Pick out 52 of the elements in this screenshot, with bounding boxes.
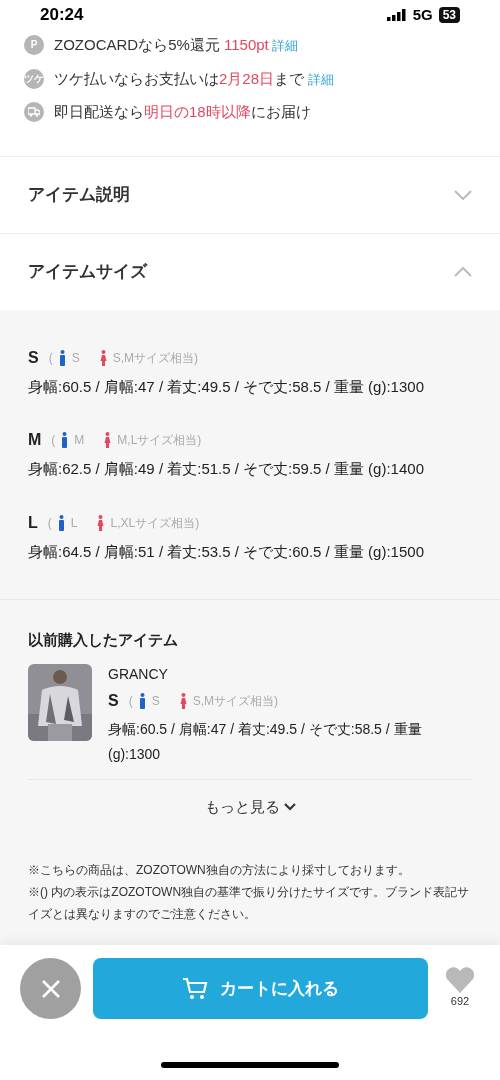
section-title: アイテムサイズ — [28, 260, 147, 283]
perk-text: ZOZOCARDなら5%還元 1150pt 詳細 — [54, 35, 299, 55]
men-size: M — [74, 432, 85, 449]
men-size: L — [70, 514, 78, 532]
truck-icon — [24, 102, 44, 123]
male-figure-icon — [138, 693, 146, 709]
male-figure-icon — [58, 349, 66, 366]
perk-badge: ツケ — [24, 68, 44, 89]
measurements: 身幅:62.5 / 肩幅:49 / 着丈:51.5 / そで丈:59.5 / 重量 (g):1400 — [28, 459, 425, 479]
network-label: 5G — [412, 4, 433, 25]
female-figure-icon — [99, 349, 107, 366]
female-figure-icon — [179, 693, 187, 709]
women-size: S,Mサイズ相当) — [112, 349, 199, 367]
women-size: S,Mサイズ相当) — [192, 693, 279, 710]
signal-icon — [386, 9, 407, 21]
women-size: L,XLサイズ相当) — [110, 514, 200, 532]
measurements: 身幅:60.5 / 肩幅:47 / 着丈:49.5 / そで丈:58.5 / 重量 (g):1300 — [28, 376, 425, 397]
size-label: M — [28, 430, 42, 450]
men-size: S — [71, 349, 80, 367]
chevron-down-icon — [283, 803, 296, 812]
measurements: 身幅:64.5 / 肩幅:51 / 着丈:53.5 / そで丈:60.5 / 重量 (g):1500 — [28, 541, 425, 562]
male-figure-icon — [61, 432, 69, 448]
measurements: 身幅:60.5 / 肩幅:47 / 着丈:49.5 / そで丈:58.5 / 重量 (g):1300 — [108, 720, 423, 764]
size-label: S — [108, 691, 119, 711]
note-text: ※こちらの商品は、ZOZOTOWN独自の方法により採寸しております。 — [28, 861, 411, 879]
women-size: M,Lサイズ相当) — [117, 432, 202, 449]
accordion-header[interactable]: アイテム説明 — [0, 155, 500, 233]
men-size: S — [151, 693, 160, 710]
show-more-button[interactable]: もっと見る — [204, 796, 296, 819]
size-label: S — [28, 347, 39, 368]
paren: ( — [47, 514, 52, 532]
paren: ( — [128, 693, 133, 710]
battery-indicator: 53 — [438, 7, 460, 23]
status-time: 20:24 — [40, 4, 84, 27]
favorite-button[interactable]: 692 — [440, 967, 480, 1010]
note-text: ※() 内の表示はZOZOTOWN独自の基準で振り分けたサイズです。ブランド表記サイズとは異なりますのでご注意ください。 — [28, 883, 471, 923]
paren: ( — [48, 349, 53, 367]
purchased-title: 以前購入したアイテム — [28, 631, 178, 648]
female-figure-icon — [104, 432, 112, 448]
close-icon — [40, 978, 61, 999]
paren: ( — [51, 432, 56, 449]
female-figure-icon — [97, 514, 105, 531]
perk-text: 即日配送なら明日の18時以降にお届け — [54, 102, 311, 122]
perk-badge: P — [24, 35, 44, 56]
section-title: アイテム説明 — [28, 183, 130, 206]
size-label: L — [28, 512, 38, 533]
perk-text: ツケ払いならお支払いは2月28日 まで 詳細 — [54, 68, 335, 89]
brand-name: GRANCY — [108, 665, 169, 684]
cart-icon — [182, 976, 208, 1001]
heart-icon — [445, 967, 475, 994]
accordion-header[interactable]: アイテムサイズ — [0, 232, 500, 310]
male-figure-icon — [57, 514, 65, 531]
